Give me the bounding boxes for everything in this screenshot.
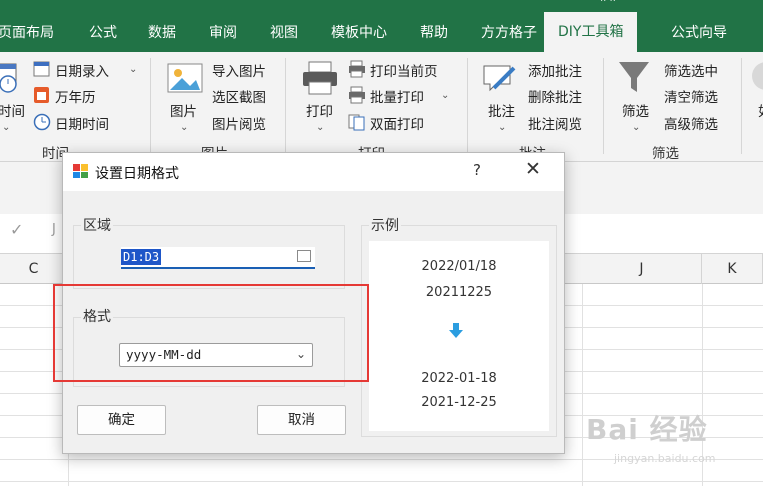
arrow-down-icon (449, 323, 463, 338)
close-button[interactable]: ✕ (525, 158, 541, 180)
group-separator (603, 58, 604, 154)
example-panel: 2022/01/18 20211225 2022-01-18 2021-12-2… (369, 241, 549, 431)
printer-icon (303, 61, 337, 95)
print-current-page-button[interactable]: 打印当前页 (370, 60, 438, 80)
picture-icon (167, 63, 203, 93)
range-label: 区域 (81, 215, 113, 235)
duplex-print-icon (348, 114, 365, 131)
example-after-1: 2022-01-18 (421, 371, 497, 386)
watermark-url: jingyan.baidu.com (614, 452, 716, 465)
cut-off-button[interactable]: 如 (758, 100, 763, 120)
ribbon-tab[interactable]: 公式 (89, 14, 117, 52)
range-input[interactable]: D1:D3 (121, 247, 315, 269)
ribbon: 时间 ⌄ 日期录入 ⌄ 万年历 日期时间 时间 图片 ⌄ 导入图片 选区截图 图… (0, 52, 763, 162)
ribbon-tab[interactable]: 数据 (148, 14, 176, 52)
ribbon-tab[interactable]: 页面布局 (0, 14, 54, 52)
comment-button[interactable]: 批注 (488, 100, 515, 120)
advanced-filter-button[interactable]: 高级筛选 (664, 113, 718, 133)
filter-button[interactable]: 筛选 (622, 100, 649, 120)
chevron-down-icon: ⌄ (180, 122, 189, 133)
ribbon-tab[interactable]: 视图 (270, 14, 298, 52)
duplex-print-button[interactable]: 双面打印 (370, 113, 424, 133)
chevron-down-icon: ⌄ (129, 64, 138, 75)
perpetual-calendar-button[interactable]: 万年历 (55, 86, 96, 106)
excel-window: ·· ·· 页面布局 公式 数据 审阅 视图 模板中心 帮助 方方格子 DIY工具箱 公式向导 时… (0, 0, 763, 486)
example-after-2: 2021-12-25 (421, 395, 497, 410)
highlight-box (53, 284, 369, 382)
cancel-button[interactable]: 取消 (257, 405, 346, 435)
help-button[interactable]: ? (473, 161, 481, 179)
ribbon-tab-bar: ·· ·· 页面布局 公式 数据 审阅 视图 模板中心 帮助 方方格子 DIY工具箱 公式向导 (0, 0, 763, 52)
chevron-down-icon: ⌄ (2, 122, 11, 133)
batch-print-icon (349, 86, 365, 104)
picture-view-button[interactable]: 图片阅览 (212, 113, 266, 133)
clock-icon (33, 113, 51, 131)
comment-pen-icon (483, 65, 516, 92)
date-entry-button[interactable]: 日期录入 (55, 60, 109, 80)
check-icon[interactable]: ✓ (10, 220, 23, 239)
clear-filter-button[interactable]: 清空筛选 (664, 86, 718, 106)
range-picker-icon[interactable] (297, 250, 311, 262)
date-time-button[interactable]: 日期时间 (55, 113, 109, 133)
date-entry-icon (33, 61, 50, 77)
add-comment-button[interactable]: 添加批注 (528, 60, 582, 80)
group-separator (285, 58, 286, 154)
print-button[interactable]: 打印 (306, 100, 333, 120)
calendar-icon (34, 87, 49, 103)
import-picture-button[interactable]: 导入图片 (212, 60, 266, 80)
chevron-down-icon: ⌄ (632, 122, 641, 133)
time-button-label[interactable]: 时间 (0, 100, 25, 120)
ribbon-tab[interactable]: 模板中心 (331, 14, 387, 52)
group-separator (741, 58, 742, 154)
dialog-titlebar[interactable]: 设置日期格式 ? ✕ (63, 153, 564, 191)
example-label: 示例 (369, 215, 401, 235)
ribbon-tab[interactable]: DIY工具箱 (544, 12, 638, 52)
column-header[interactable]: K (702, 254, 763, 284)
group-separator (467, 58, 468, 154)
chevron-down-icon: ⌄ (498, 122, 507, 133)
calendar-clock-icon (0, 63, 17, 93)
picture-button[interactable]: 图片 (170, 100, 197, 120)
grid-line (582, 284, 583, 486)
ribbon-tab[interactable]: 审阅 (209, 14, 237, 52)
watermark: Bai 经验 (586, 413, 708, 446)
view-comment-button[interactable]: 批注阅览 (528, 113, 582, 133)
chevron-down-icon: ⌄ (441, 90, 450, 101)
example-before-1: 2022/01/18 (421, 259, 497, 274)
screenshot-selection-button[interactable]: 选区截图 (212, 86, 266, 106)
dialog-title: 设置日期格式 (95, 166, 179, 182)
range-value: D1:D3 (121, 249, 162, 265)
column-header[interactable]: J (582, 254, 702, 284)
ribbon-tab[interactable]: 帮助 (420, 14, 448, 52)
ribbon-tab[interactable]: 方方格子 (481, 14, 537, 52)
app-icon (73, 164, 88, 178)
example-before-2: 20211225 (425, 285, 493, 300)
formula-fragment: J (52, 222, 56, 237)
delete-comment-button[interactable]: 删除批注 (528, 86, 582, 106)
ok-button[interactable]: 确定 (77, 405, 166, 435)
chevron-down-icon: ⌄ (316, 122, 325, 133)
group-label-filter: 筛选 (652, 146, 679, 162)
print-page-icon (349, 60, 365, 78)
column-header[interactable]: C (0, 254, 68, 284)
title-fragment: ·· ·· (600, 0, 616, 7)
filter-funnel-icon (619, 62, 649, 92)
filter-selected-button[interactable]: 筛选选中 (664, 60, 718, 80)
ribbon-tab[interactable]: 公式向导 (671, 14, 727, 52)
batch-print-button[interactable]: 批量打印 (370, 86, 424, 106)
avatar-icon (752, 62, 763, 90)
group-separator (150, 58, 151, 154)
